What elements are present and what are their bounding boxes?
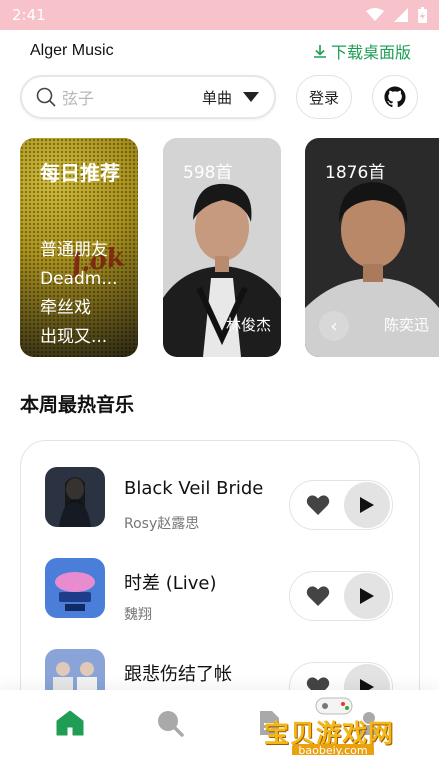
watermark-logo: 宝贝游戏网 baobeiy.com xyxy=(258,696,408,762)
song-artist: Rosy赵露思 xyxy=(124,516,200,532)
download-label: 下载桌面版 xyxy=(330,43,411,62)
github-icon xyxy=(384,86,406,108)
song-title: Black Veil Bride xyxy=(124,478,264,499)
song-title: 跟悲伤结了帐 xyxy=(124,664,232,685)
hot-songs-panel: Black Veil Bride Rosy赵露思 时差 (Live) 魏翔 跟悲… xyxy=(20,440,420,720)
song-title: 时差 (Live) xyxy=(124,573,217,594)
play-button[interactable] xyxy=(344,573,390,619)
song-cover xyxy=(45,558,105,618)
search-box[interactable]: 弦子 单曲 xyxy=(20,75,276,119)
daily-song: 普通朋友 xyxy=(40,240,108,260)
status-time: 2:41 xyxy=(12,6,46,24)
battery-icon xyxy=(418,7,427,23)
song-actions xyxy=(289,480,393,530)
search-type-select[interactable]: 单曲 xyxy=(202,87,232,108)
wifi-icon xyxy=(366,8,384,21)
search-input[interactable]: 弦子 xyxy=(62,85,202,109)
download-desktop-link[interactable]: 下载桌面版 xyxy=(313,39,411,63)
artist-card-jj-lin[interactable]: 598首 林俊杰 xyxy=(163,138,281,357)
daily-song: Deadm... xyxy=(40,269,118,289)
search-icon xyxy=(157,710,184,737)
artist-song-count: 598首 xyxy=(183,163,233,183)
song-artist: 魏翔 xyxy=(124,607,152,623)
heart-icon[interactable] xyxy=(306,494,330,516)
app-title: Alger Music xyxy=(30,42,114,59)
chevron-left-icon[interactable]: ‹ xyxy=(319,311,349,341)
daily-song-list: 普通朋友 Deadm... 牵丝戏 出现又... xyxy=(40,236,136,352)
caret-down-icon[interactable] xyxy=(242,91,260,103)
system-nav-area xyxy=(0,755,439,780)
daily-recommend-card[interactable]: J.ok 每日推荐 普通朋友 Deadm... 牵丝戏 出现又... xyxy=(20,138,138,357)
daily-song: 出现又... xyxy=(40,327,108,347)
play-icon xyxy=(360,588,374,604)
artist-name: 林俊杰 xyxy=(225,316,271,334)
search-icon xyxy=(36,87,56,107)
song-row[interactable]: Black Veil Bride Rosy赵露思 xyxy=(21,451,419,532)
github-button[interactable] xyxy=(372,75,418,119)
song-row[interactable]: 时差 (Live) 魏翔 xyxy=(21,542,419,623)
app-header: Alger Music 下载桌面版 xyxy=(0,30,439,72)
artist-song-count: 1876首 xyxy=(325,163,386,183)
signal-icon xyxy=(394,8,408,22)
nav-home[interactable] xyxy=(50,703,90,743)
play-icon xyxy=(360,497,374,513)
daily-card-title: 每日推荐 xyxy=(40,161,120,185)
play-button[interactable] xyxy=(344,482,390,528)
heart-icon[interactable] xyxy=(306,585,330,607)
artist-name: 陈奕迅 xyxy=(383,316,429,334)
daily-song: 牵丝戏 xyxy=(40,298,91,318)
section-title: 本周最热音乐 xyxy=(20,394,135,416)
gamepad-icon xyxy=(315,697,353,715)
song-cover xyxy=(45,467,105,527)
login-button[interactable]: 登录 xyxy=(296,75,352,119)
download-icon xyxy=(313,45,326,58)
song-actions xyxy=(289,571,393,621)
home-icon xyxy=(56,710,84,735)
nav-search[interactable] xyxy=(150,703,190,743)
recommend-cards: J.ok 每日推荐 普通朋友 Deadm... 牵丝戏 出现又... 598首 … xyxy=(20,138,439,358)
status-icons xyxy=(366,7,427,23)
status-bar: 2:41 xyxy=(0,0,439,30)
search-row: 弦子 单曲 登录 xyxy=(20,74,420,120)
artist-card-eason-chan[interactable]: 1876首 ‹ 陈奕迅 xyxy=(305,138,439,357)
